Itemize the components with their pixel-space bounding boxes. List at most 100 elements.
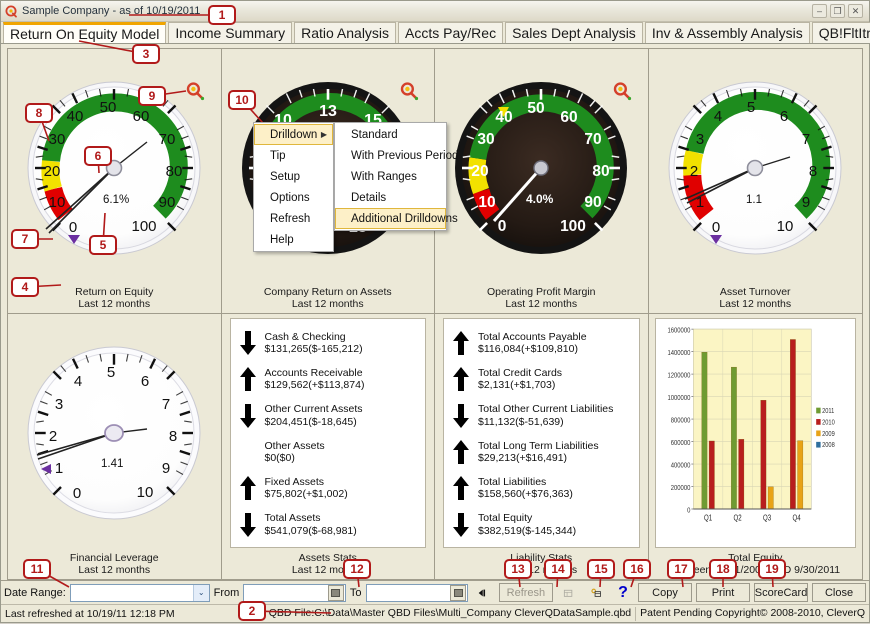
svg-text:13: 13: [319, 103, 337, 120]
submenu-item-with-ranges[interactable]: With Ranges: [335, 166, 446, 187]
calendar-icon[interactable]: [328, 585, 344, 601]
submenu-item-details[interactable]: Details: [335, 187, 446, 208]
callout-marker-12: 12: [343, 559, 371, 579]
gauge-asset-turnover[interactable]: 0 1 2 3 4 5 6 7 8 9: [660, 79, 850, 257]
svg-text:9: 9: [162, 460, 170, 477]
copy-button[interactable]: Copy: [638, 583, 692, 602]
stat-row[interactable]: Cash & Checking $131,265($-165,212): [237, 330, 422, 356]
gauge-operating-profit-margin[interactable]: 0 10 20 30 40 50 60 70 80 90: [446, 79, 636, 257]
submenu-item-with-previous-period[interactable]: With Previous Period: [335, 145, 446, 166]
stat-row[interactable]: Fixed Assets $75,802(+$1,002): [237, 475, 422, 501]
submenu-item-standard[interactable]: Standard: [335, 124, 446, 145]
gauge-cell-operating-profit-margin[interactable]: 0 10 20 30 40 50 60 70 80 90: [435, 49, 649, 313]
stat-text: Total Assets $541,079($-68,981): [265, 512, 357, 537]
stat-text: Other Current Assets $204,451($-18,645): [265, 403, 363, 428]
svg-text:60: 60: [133, 108, 150, 125]
callout-marker-4: 4: [11, 277, 39, 297]
context-menu-item-drilldown[interactable]: Drilldown ▶: [254, 124, 333, 145]
callout-marker-2: 2: [238, 601, 266, 621]
export-button[interactable]: [557, 583, 581, 602]
magnifier-icon[interactable]: [612, 81, 632, 101]
close-window-button[interactable]: ✕: [848, 4, 863, 18]
date-range-select[interactable]: ⌄: [70, 584, 210, 602]
svg-text:Q3: Q3: [762, 515, 770, 523]
stat-row[interactable]: Accounts Receivable $129,562(+$113,874): [237, 366, 422, 392]
calendar-icon[interactable]: [450, 585, 466, 601]
svg-text:20: 20: [44, 163, 61, 180]
scorecard-button[interactable]: ScoreCard: [754, 583, 808, 602]
context-menu-item-refresh[interactable]: Refresh: [254, 208, 333, 229]
svg-text:1000000: 1000000: [667, 394, 690, 402]
stat-label: Total Long Term Liabilities: [478, 440, 599, 452]
stat-value: $0($0): [265, 452, 295, 464]
svg-text:600000: 600000: [670, 439, 690, 447]
svg-text:30: 30: [478, 131, 495, 148]
gauge-cell-financial-leverage[interactable]: 0 1 2 3 4 5 6 7 8 9: [8, 314, 222, 579]
tab-ratio-analysis[interactable]: Ratio Analysis: [294, 22, 396, 43]
maximize-button[interactable]: ❐: [830, 4, 845, 18]
tab-return-on-equity-model[interactable]: Return On Equity Model: [3, 22, 166, 43]
svg-text:0: 0: [712, 219, 720, 236]
svg-text:1600000: 1600000: [667, 327, 690, 335]
svg-text:2010: 2010: [822, 419, 835, 427]
settings-button[interactable]: [585, 583, 608, 602]
stat-row[interactable]: Other Current Assets $204,451($-18,645): [237, 403, 422, 429]
minimize-button[interactable]: ‒: [812, 4, 827, 18]
liability-stats-panel: Total Accounts Payable $116,084(+$109,81…: [443, 318, 640, 548]
callout-marker-11: 11: [23, 559, 51, 579]
help-button[interactable]: ?: [612, 583, 634, 602]
submenu-item-additional-drilldowns[interactable]: Additional Drilldowns: [335, 208, 446, 229]
total-equity-chart-cell[interactable]: 0200000400000600000800000100000012000001…: [649, 314, 863, 579]
stat-row[interactable]: Total Other Current Liabilities $11,132(…: [450, 403, 635, 429]
magnifier-icon[interactable]: [399, 81, 419, 101]
stat-value: $11,132($-51,639): [478, 416, 564, 428]
gauge-financial-leverage[interactable]: 0 1 2 3 4 5 6 7 8 9: [23, 343, 205, 523]
stat-label: Other Assets: [265, 440, 325, 452]
date-range-toolbar: Date Range: ⌄ From To Refresh ? Copy Pri…: [1, 580, 869, 604]
print-button[interactable]: Print: [696, 583, 750, 602]
gauge-cell-return-on-equity[interactable]: 0 10 20 30 40 50 60 70 80 90: [8, 49, 222, 313]
stat-row[interactable]: Total Liabilities $158,560(+$76,363): [450, 475, 635, 501]
stat-row[interactable]: Total Long Term Liabilities $29,213(+$16…: [450, 439, 635, 465]
liability-stats-cell[interactable]: Total Accounts Payable $116,084(+$109,81…: [435, 314, 649, 579]
gauge-caption: Operating Profit Margin Last 12 months: [487, 286, 596, 313]
stat-row[interactable]: Total Accounts Payable $116,084(+$109,81…: [450, 330, 635, 356]
application-window: Sample Company - as of 10/19/2011 ‒ ❐ ✕ …: [0, 0, 870, 623]
stat-value: $204,451($-18,645): [265, 416, 357, 428]
svg-text:0: 0: [73, 485, 81, 502]
stat-row[interactable]: Total Equity $382,519($-145,344): [450, 512, 635, 538]
context-menu-item-options[interactable]: Options: [254, 187, 333, 208]
question-icon: ?: [618, 585, 628, 601]
svg-text:7: 7: [802, 131, 810, 148]
tab-sales-dept-analysis[interactable]: Sales Dept Analysis: [505, 22, 643, 43]
from-date-input[interactable]: [243, 584, 346, 602]
gauge-context-menu[interactable]: Drilldown ▶ Tip Setup Options Refresh He…: [253, 122, 334, 252]
refresh-button[interactable]: Refresh: [499, 583, 553, 602]
stat-row[interactable]: Total Credit Cards $2,131(+$1,703): [450, 366, 635, 392]
total-equity-chart[interactable]: 0200000400000600000800000100000012000001…: [655, 318, 857, 548]
svg-text:80: 80: [166, 163, 183, 180]
tab-inv-assembly-analysis[interactable]: Inv & Assembly Analysis: [645, 22, 810, 43]
tab-accts-pay-rec[interactable]: Accts Pay/Rec: [398, 22, 503, 43]
gauge-cell-asset-turnover[interactable]: 0 1 2 3 4 5 6 7 8 9: [649, 49, 863, 313]
gauge-period: Last 12 months: [264, 298, 392, 310]
stat-row[interactable]: Other Assets $0($0): [237, 439, 422, 465]
assets-stats-cell[interactable]: Cash & Checking $131,265($-165,212) Acco…: [222, 314, 436, 579]
tab-qb-fltitm[interactable]: QB!FltItm Ir: [812, 22, 870, 43]
tab-income-summary[interactable]: Income Summary: [168, 22, 292, 43]
chevron-down-icon[interactable]: ⌄: [193, 585, 209, 601]
context-menu-item-tip[interactable]: Tip: [254, 145, 333, 166]
context-menu-item-setup[interactable]: Setup: [254, 166, 333, 187]
arrow-up-icon: [237, 475, 259, 501]
stat-label: Total Assets: [265, 512, 321, 524]
stat-row[interactable]: Total Assets $541,079($-68,981): [237, 512, 422, 538]
stat-label: Accounts Receivable: [265, 367, 363, 379]
status-bar: Last refreshed at 10/19/11 12:18 PM QBD …: [1, 604, 869, 622]
close-dialog-button[interactable]: Close: [812, 583, 866, 602]
gauge-caption: Company Return on Assets Last 12 months: [264, 286, 392, 313]
to-date-input[interactable]: [366, 584, 469, 602]
drilldown-submenu[interactable]: Standard With Previous Period With Range…: [334, 122, 447, 231]
stop-refresh-button[interactable]: [472, 583, 495, 602]
context-menu-item-help[interactable]: Help: [254, 229, 333, 250]
magnifier-icon[interactable]: [185, 81, 205, 101]
